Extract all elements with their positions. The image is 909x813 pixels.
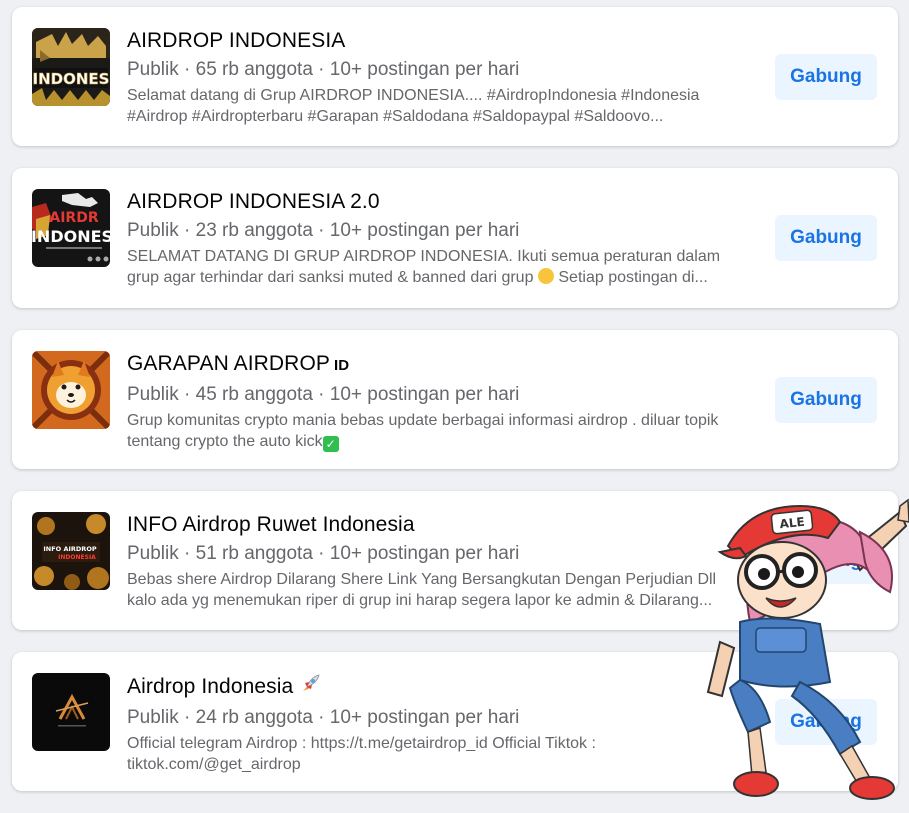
group-avatar[interactable] [32,351,110,429]
group-card[interactable]: Airdrop Indonesia Publik · 24 rb anggota… [12,652,898,791]
group-avatar-image [32,673,110,751]
group-card[interactable]: AIRDR INDONES AIRDROP INDONESIA 2.0 Publ… [12,168,898,308]
group-info: Airdrop Indonesia Publik · 24 rb anggota… [127,673,767,775]
join-button[interactable]: Gabung [775,54,877,100]
group-card[interactable]: INDONES AIRDROP INDONESIA Publik · 65 rb… [12,7,898,146]
group-description: Selamat datang di Grup AIRDROP INDONESIA… [127,87,700,125]
group-meta: Publik · 45 rb anggota · 10+ postingan p… [127,384,520,405]
group-avatar[interactable]: INDONES [32,28,110,106]
group-name[interactable]: GARAPAN AIRDROP ID [127,351,767,379]
group-card[interactable]: INFO AIRDROP INDONESIA INFO Airdrop Ruwe… [12,491,898,630]
svg-text:INDONESIA: INDONESIA [58,554,96,561]
join-button[interactable]: Gabung [775,538,877,584]
group-description: SELAMAT DATANG DI GRUP AIRDROP INDONESIA… [127,248,721,286]
group-avatar-image: INFO AIRDROP INDONESIA [32,512,110,590]
svg-text:AIRDR: AIRDR [49,210,98,226]
group-description: Bebas shere Airdrop Dilarang Shere Link … [127,571,717,609]
group-avatar-image: AIRDR INDONES [32,189,110,267]
group-name[interactable]: Airdrop Indonesia [127,673,767,702]
group-meta: Publik · 23 rb anggota · 10+ postingan p… [127,220,520,241]
group-info: GARAPAN AIRDROP ID Publik · 45 rb anggota… [127,351,767,452]
group-name[interactable]: AIRDROP INDONESIA 2.0 [127,189,767,215]
group-info: AIRDROP INDONESIA Publik · 65 rb anggota… [127,28,767,127]
group-avatar-image [32,351,110,429]
group-info: INFO Airdrop Ruwet Indonesia Publik · 51… [127,512,767,611]
join-button[interactable]: Gabung [775,215,877,261]
group-name[interactable]: INFO Airdrop Ruwet Indonesia [127,512,767,538]
group-card[interactable]: GARAPAN AIRDROP ID Publik · 45 rb anggota… [12,330,898,469]
group-results-list: INDONES AIRDROP INDONESIA Publik · 65 rb… [12,7,898,813]
group-description: Grup komunitas crypto mania bebas update… [127,412,719,452]
join-button[interactable]: Gabung [775,377,877,423]
group-avatar[interactable]: INFO AIRDROP INDONESIA [32,512,110,590]
join-button[interactable]: Gabung [775,699,877,745]
group-avatar-image: INDONES [32,28,110,106]
rocket-emoji-icon [299,673,321,702]
group-avatar[interactable] [32,673,110,751]
group-info: AIRDROP INDONESIA 2.0 Publik · 23 rb ang… [127,189,767,288]
group-name[interactable]: AIRDROP INDONESIA [127,28,767,54]
group-avatar[interactable]: AIRDR INDONES [32,189,110,267]
group-meta: Publik · 51 rb anggota · 10+ postingan p… [127,543,520,564]
group-meta: Publik · 24 rb anggota · 10+ postingan p… [127,707,520,728]
group-meta: Publik · 65 rb anggota · 10+ postingan p… [127,59,520,80]
svg-text:INFO AIRDROP: INFO AIRDROP [43,545,96,553]
svg-text:INDONES: INDONES [32,227,110,246]
group-description: Official telegram Airdrop : https://t.me… [127,735,596,773]
check-mark-emoji-icon: ✓ [322,436,339,452]
smiling-face-emoji-icon [537,268,554,284]
svg-text:INDONES: INDONES [33,70,110,88]
